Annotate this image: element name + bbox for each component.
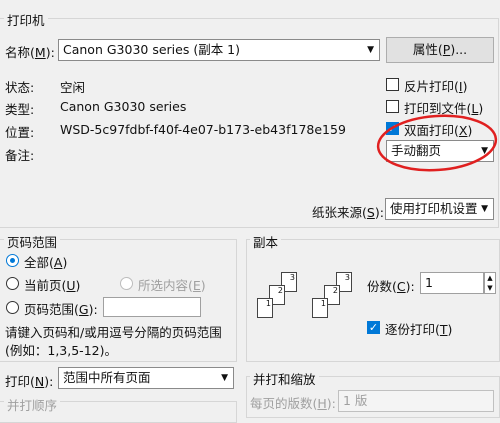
- zoom-title: 并打和缩放: [250, 369, 319, 388]
- print-order-label: 并打顺序: [4, 395, 61, 414]
- type-label: 类型:: [5, 102, 35, 117]
- copies-count-input[interactable]: 1: [420, 272, 484, 294]
- comment-label: 备注:: [5, 148, 35, 163]
- chevron-down-icon: ▼: [221, 373, 228, 383]
- page-range-input[interactable]: [103, 297, 201, 317]
- pages-per-sheet-select[interactable]: 1 版: [338, 390, 494, 412]
- printer-name-select[interactable]: Canon G3030 series (副本 1) ▼: [58, 39, 380, 61]
- all-pages-label: 全部(A): [24, 255, 68, 270]
- status-label: 状态:: [5, 80, 35, 95]
- where-label: 位置:: [5, 125, 35, 140]
- checkmark-icon: ✓: [368, 321, 379, 334]
- spinner-down-icon[interactable]: ▼: [485, 283, 495, 293]
- reverse-print-label: 反片打印(I): [404, 79, 468, 94]
- name-label: 名称(M):: [5, 45, 55, 60]
- properties-button[interactable]: 属性(P)...: [386, 37, 494, 63]
- type-value: Canon G3030 series: [60, 99, 187, 114]
- annotation-ellipse: [376, 114, 498, 172]
- spinner-up-icon[interactable]: ▲: [485, 273, 495, 283]
- current-page-label: 当前页(U): [24, 278, 81, 293]
- paper-source-select[interactable]: 使用打印机设置 ▼: [385, 198, 494, 220]
- collate-label: 逐份打印(T): [385, 322, 453, 337]
- print-what-label: 打印(N):: [5, 374, 54, 389]
- where-value: WSD-5c97fdbf-f40f-4e07-b173-eb43f178e159: [60, 122, 346, 137]
- all-pages-radio[interactable]: [6, 254, 19, 267]
- current-page-radio[interactable]: [6, 277, 19, 290]
- page-range-title: 页码范围: [4, 232, 61, 251]
- print-what-select[interactable]: 范围中所有页面 ▼: [58, 367, 234, 389]
- copies-title: 副本: [250, 232, 282, 251]
- paper-source-label: 纸张来源(S):: [312, 205, 384, 220]
- page-range-hint-1: 请键入页码和/或用逗号分隔的页码范围: [5, 325, 222, 340]
- page-range-hint-2: (例如：1,3,5-12)。: [5, 343, 117, 358]
- copies-count-label: 份数(C):: [367, 279, 415, 294]
- printer-group-title: 打印机: [4, 10, 48, 29]
- pages-per-sheet-label: 每页的版数(H):: [250, 396, 336, 411]
- chevron-down-icon: ▼: [367, 45, 374, 55]
- reverse-print-checkbox[interactable]: [386, 78, 399, 91]
- page-range-label: 页码范围(G):: [24, 302, 98, 317]
- collate-checkbox[interactable]: ✓: [367, 321, 380, 334]
- selection-radio[interactable]: [120, 277, 133, 290]
- collate-pages-icon: 3 2 1 3 2 1: [256, 272, 356, 332]
- chevron-down-icon: ▼: [481, 204, 488, 214]
- copies-spinner[interactable]: ▲ ▼: [484, 272, 496, 294]
- selection-label: 所选内容(E): [138, 278, 206, 293]
- page-range-radio[interactable]: [6, 301, 19, 314]
- status-value: 空闲: [60, 80, 86, 95]
